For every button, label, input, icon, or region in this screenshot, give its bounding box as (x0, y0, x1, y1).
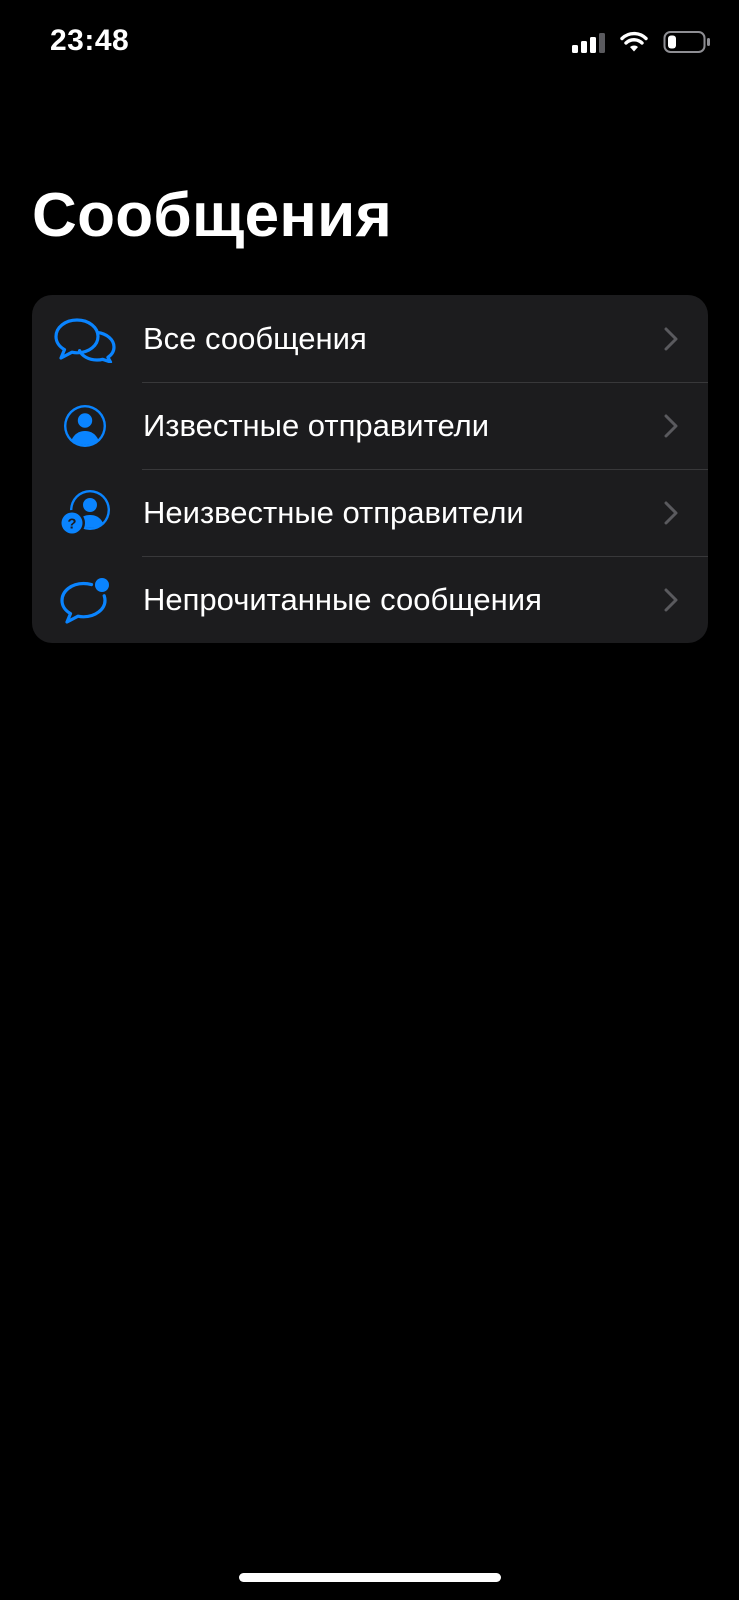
person-question-icon: ? (52, 488, 118, 538)
wifi-icon (620, 31, 648, 52)
chevron-right-icon (664, 501, 678, 524)
status-time: 23:48 (50, 24, 130, 57)
chevron-right-icon (664, 414, 678, 437)
person-circle-icon (52, 401, 118, 451)
chevron-right-icon (664, 588, 678, 611)
chevron-right-icon (664, 327, 678, 350)
status-bar: 23:48 (0, 0, 739, 90)
home-indicator[interactable] (239, 1573, 501, 1582)
filter-row-known-senders[interactable]: Известные отправители (32, 382, 708, 469)
battery-icon (663, 31, 710, 53)
cellular-signal-icon (572, 31, 605, 53)
unread-bubble-icon (52, 575, 118, 625)
filter-label: Непрочитанные сообщения (143, 581, 542, 617)
filter-row-all-messages[interactable]: Все сообщения (32, 295, 708, 382)
filter-list: Все сообщения Известные отправители ? Не… (32, 295, 708, 643)
filter-row-unread-messages[interactable]: Непрочитанные сообщения (32, 556, 708, 643)
filter-row-unknown-senders[interactable]: ? Неизвестные отправители (32, 469, 708, 556)
page-title: Сообщения (32, 181, 393, 250)
filter-label: Неизвестные отправители (143, 494, 524, 530)
filter-label: Известные отправители (143, 407, 490, 443)
svg-text:?: ? (67, 515, 76, 532)
filter-label: Все сообщения (143, 320, 367, 356)
two-chat-bubbles-icon (52, 314, 118, 364)
status-icons (572, 30, 711, 54)
